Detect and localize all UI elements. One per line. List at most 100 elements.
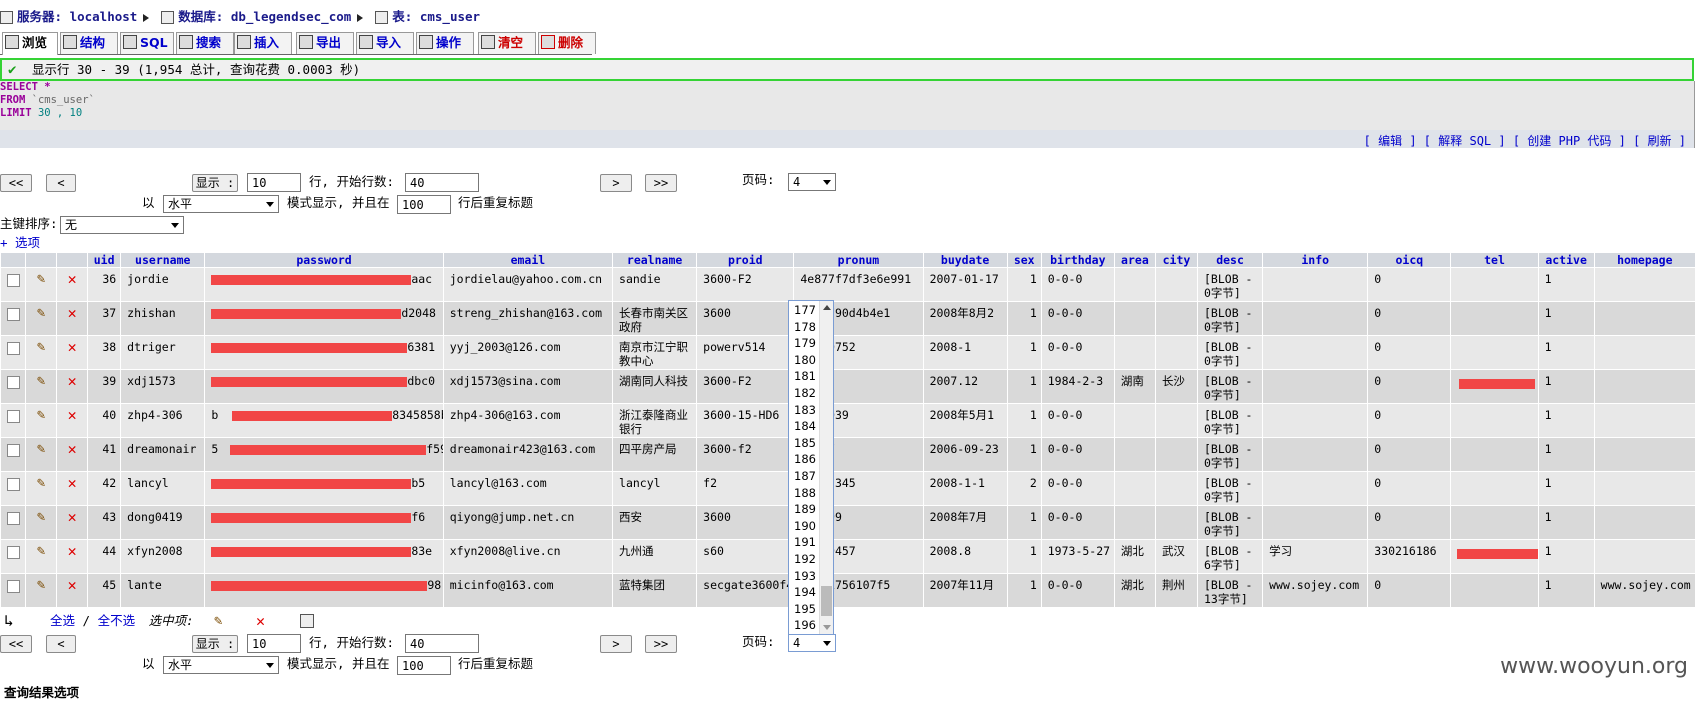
header-sex[interactable]: sex [1007,253,1041,267]
row-delete[interactable]: ✕ [57,540,88,573]
row-delete[interactable]: ✕ [57,438,88,471]
create-php-link[interactable]: 创建 PHP 代码 [1527,134,1611,148]
header-realname[interactable]: realname [613,253,697,267]
header-homepage[interactable]: homepage [1594,253,1695,267]
refresh-link[interactable]: 刷新 [1648,134,1672,148]
page-option[interactable]: 178 [794,319,816,335]
page-select[interactable]: 4 [788,173,836,191]
tab-export[interactable]: 导出 [296,32,354,54]
row-checkbox[interactable] [1,268,26,301]
tab-search[interactable]: 搜索 [176,32,234,54]
prev-page-button[interactable]: < [46,635,76,653]
row-edit[interactable]: ✎ [26,574,57,607]
repeat-headers-input[interactable]: 100 [397,656,451,675]
pencil-icon[interactable]: ✎ [37,442,45,456]
scroll-down-icon[interactable] [823,625,831,630]
checkbox[interactable] [6,512,20,525]
delete-icon[interactable]: ✕ [68,374,77,389]
page-option[interactable]: 186 [794,451,816,467]
row-edit[interactable]: ✎ [26,438,57,471]
delete-icon[interactable]: ✕ [68,476,77,491]
export-selected-icon[interactable] [300,614,314,628]
row-edit[interactable]: ✎ [26,336,57,369]
page-option[interactable]: 184 [794,418,816,434]
rows-count-input[interactable]: 10 [247,634,301,653]
display-mode-select[interactable]: 水平 [163,656,279,674]
page-option[interactable]: 194 [794,584,816,600]
scrollbar-thumb[interactable] [821,586,832,616]
header-pronum[interactable]: pronum [794,253,923,267]
repeat-headers-input[interactable]: 100 [397,195,451,214]
select-all-link[interactable]: 全选 [50,613,75,628]
row-checkbox[interactable] [1,438,26,471]
row-edit[interactable]: ✎ [26,472,57,505]
row-checkbox[interactable] [1,540,26,573]
tab-insert[interactable]: 插入 [234,32,292,54]
row-edit[interactable]: ✎ [26,370,57,403]
tab-drop[interactable]: 删除 [538,32,596,54]
row-delete[interactable]: ✕ [57,472,88,505]
pencil-icon[interactable]: ✎ [37,476,45,490]
header-uid[interactable]: uid [88,253,121,267]
pencil-icon[interactable]: ✎ [37,374,45,388]
pencil-icon[interactable]: ✎ [37,544,45,558]
page-option[interactable]: 189 [794,501,816,517]
display-mode-select[interactable]: 水平 [163,195,279,213]
start-row-input[interactable]: 40 [405,634,479,653]
delete-icon[interactable]: ✕ [68,510,77,525]
scroll-up-icon[interactable] [823,305,831,310]
header-info[interactable]: info [1263,253,1368,267]
header-email[interactable]: email [443,253,613,267]
checkbox[interactable] [6,274,20,287]
row-edit[interactable]: ✎ [26,506,57,539]
show-button[interactable]: 显示 : [192,635,238,653]
tab-structure[interactable]: 结构 [60,32,118,54]
options-link[interactable]: + 选项 [0,234,40,252]
last-page-button[interactable]: >> [645,174,677,192]
row-delete[interactable]: ✕ [57,574,88,607]
first-page-button[interactable]: << [0,174,32,192]
checkbox[interactable] [6,444,20,457]
checkbox[interactable] [6,478,20,491]
header-birthday[interactable]: birthday [1041,253,1114,267]
options-link-text[interactable]: + 选项 [0,235,40,250]
server-link[interactable]: localhost [70,9,138,24]
pencil-icon[interactable]: ✎ [37,578,45,592]
row-checkbox[interactable] [1,302,26,335]
page-option[interactable]: 185 [794,435,816,451]
header-username[interactable]: username [121,253,205,267]
next-page-button[interactable]: > [600,174,632,192]
next-page-button[interactable]: > [600,635,632,653]
row-edit[interactable]: ✎ [26,540,57,573]
page-option[interactable]: 193 [794,568,816,584]
page-option[interactable]: 177 [794,302,816,318]
checkbox[interactable] [6,580,20,593]
checkbox[interactable] [6,376,20,389]
checkbox[interactable] [6,546,20,559]
tab-browse[interactable]: 浏览 [2,32,58,55]
page-option[interactable]: 188 [794,485,816,501]
pencil-icon[interactable]: ✎ [37,272,45,286]
page-option[interactable]: 191 [794,534,816,550]
tab-empty[interactable]: 清空 [478,32,536,54]
page-option[interactable]: 187 [794,468,816,484]
header-desc[interactable]: desc [1198,253,1263,267]
page-select[interactable]: 4 [788,634,836,652]
row-checkbox[interactable] [1,370,26,403]
delete-selected-icon[interactable]: ✕ [256,614,265,629]
page-option[interactable]: 182 [794,385,816,401]
row-edit[interactable]: ✎ [26,268,57,301]
row-checkbox[interactable] [1,574,26,607]
pencil-icon[interactable]: ✎ [37,510,45,524]
delete-icon[interactable]: ✕ [68,408,77,423]
header-password[interactable]: password [205,253,443,267]
page-option[interactable]: 190 [794,518,816,534]
pencil-icon[interactable]: ✎ [37,408,45,422]
row-delete[interactable]: ✕ [57,268,88,301]
checkbox[interactable] [6,342,20,355]
dropdown-scrollbar[interactable] [819,301,833,634]
row-checkbox[interactable] [1,472,26,505]
row-delete[interactable]: ✕ [57,404,88,437]
row-delete[interactable]: ✕ [57,336,88,369]
row-delete[interactable]: ✕ [57,506,88,539]
